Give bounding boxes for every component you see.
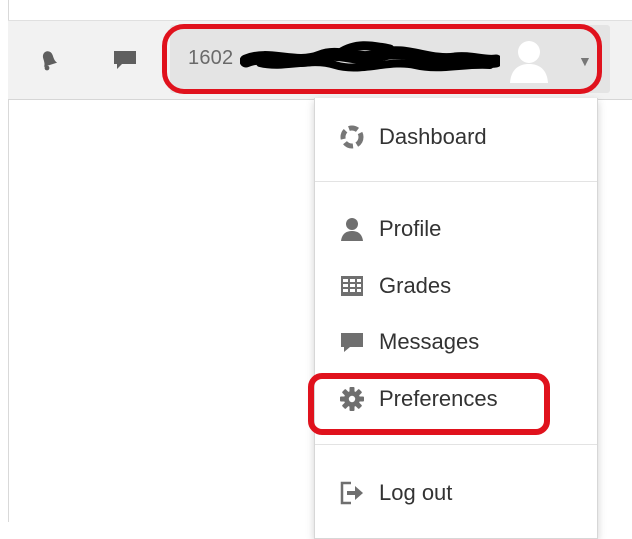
dashboard-icon — [339, 124, 365, 150]
menu-item-dashboard[interactable]: Dashboard — [315, 114, 597, 160]
menu-divider — [315, 181, 597, 182]
preferences-highlight-annotation — [308, 373, 550, 435]
menu-divider — [315, 444, 597, 445]
menu-item-label: Log out — [379, 480, 453, 505]
menu-item-label: Profile — [379, 216, 442, 241]
user-icon — [339, 216, 365, 242]
chat-bubble-icon[interactable] — [112, 47, 138, 73]
menu-item-logout[interactable]: Log out — [315, 470, 597, 516]
menu-item-grades[interactable]: Grades — [315, 263, 597, 309]
user-dropdown-menu: Dashboard Profile Grades Messages Prefer… — [314, 98, 598, 539]
user-menu-highlight-annotation — [162, 24, 602, 94]
menu-item-label: Dashboard — [379, 124, 487, 149]
logout-icon — [339, 480, 365, 506]
grades-table-icon — [339, 273, 365, 299]
menu-item-profile[interactable]: Profile — [315, 206, 597, 252]
message-bubble-icon — [339, 329, 365, 355]
menu-item-label: Messages — [379, 329, 480, 354]
menu-item-messages[interactable]: Messages — [315, 319, 597, 365]
menu-item-label: Grades — [379, 273, 452, 298]
bell-icon[interactable] — [36, 47, 62, 73]
